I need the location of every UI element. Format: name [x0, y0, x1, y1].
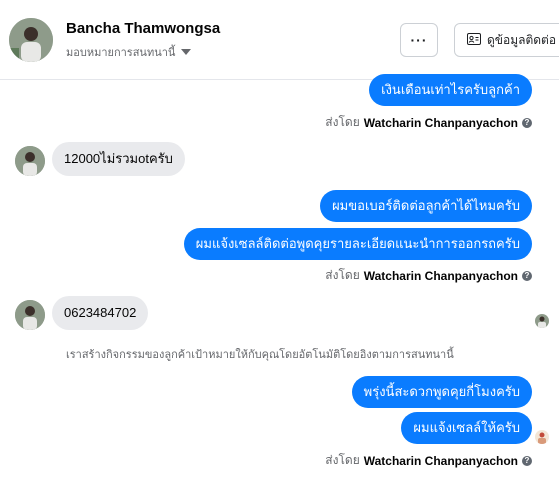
outgoing-message[interactable]: พรุ่งนี้สะดวกพูดคุยกี่โมงครับ	[351, 376, 532, 408]
incoming-message[interactable]: 12000ไม่รวมotครับ	[52, 142, 185, 176]
assign-label: มอบหมายการสนทนานี้	[66, 47, 176, 59]
help-icon[interactable]: ?	[522, 270, 532, 281]
avatar	[15, 300, 45, 330]
sent-by-prefix: ส่งโดย	[325, 453, 360, 467]
outgoing-message[interactable]: ผมขอเบอร์ติดต่อลูกค้าได้ไหมครับ	[320, 190, 532, 222]
sent-by-row: ส่งโดย Watcharin Chanpanyachon ?	[325, 266, 532, 285]
avatar	[15, 146, 45, 176]
contact-card-icon	[467, 32, 481, 48]
help-icon[interactable]: ?	[522, 455, 532, 466]
view-contact-button[interactable]: ดูข้อมูลติดต่อ	[454, 23, 559, 57]
chevron-down-icon	[181, 49, 192, 55]
seen-avatar-icon	[535, 314, 549, 328]
more-icon: ···	[410, 32, 428, 48]
avatar[interactable]	[9, 18, 53, 62]
contact-name[interactable]: Bancha Thamwongsa	[66, 20, 220, 37]
help-icon[interactable]: ?	[522, 117, 532, 128]
system-note: เราสร้างกิจกรรมของลูกค้าเป้าหมายให้กับคุ…	[66, 349, 454, 361]
view-contact-label: ดูข้อมูลติดต่อ	[487, 32, 557, 47]
outgoing-message[interactable]: ผมแจ้งเซลล์ติดต่อพูดคุยรายละเอียดแนะนำกา…	[183, 228, 532, 260]
outgoing-message[interactable]: ผมแจ้งเซลล์ให้ครับ	[401, 412, 532, 444]
incoming-message[interactable]: 0623484702	[52, 296, 149, 330]
sender-name: Watcharin Chanpanyachon	[363, 268, 518, 283]
outgoing-message[interactable]: เงินเดือนเท่าไรครับลูกค้า	[369, 74, 532, 106]
sent-by-row: ส่งโดย Watcharin Chanpanyachon ?	[325, 113, 532, 132]
sent-by-prefix: ส่งโดย	[325, 268, 360, 282]
sender-name: Watcharin Chanpanyachon	[363, 115, 518, 130]
sent-by-row: ส่งโดย Watcharin Chanpanyachon ?	[325, 451, 532, 470]
sent-by-prefix: ส่งโดย	[325, 115, 360, 129]
conversation-header: Bancha Thamwongsa มอบหมายการสนทนานี้ ···…	[0, 0, 559, 80]
seen-avatar-icon	[535, 430, 549, 444]
assign-conversation-dropdown[interactable]: มอบหมายการสนทนานี้	[66, 43, 192, 61]
sender-name: Watcharin Chanpanyachon	[363, 453, 518, 468]
more-options-button[interactable]: ···	[400, 23, 438, 57]
